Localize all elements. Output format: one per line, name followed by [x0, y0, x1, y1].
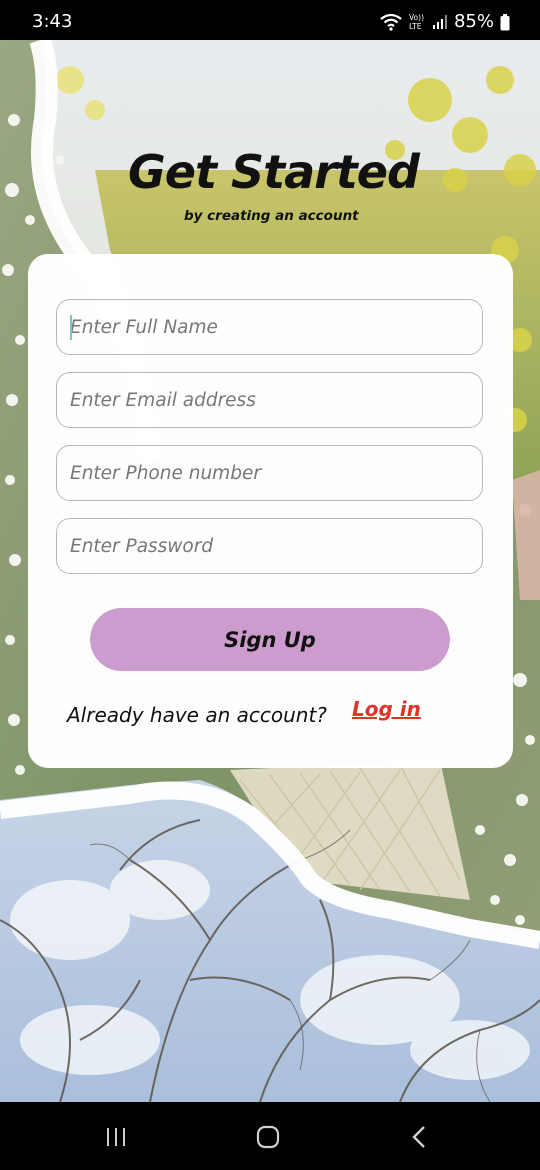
- volte-icon: Vo)) LTE: [409, 13, 424, 31]
- battery-percent: 85%: [453, 11, 494, 32]
- page-title: Get Started: [128, 145, 420, 199]
- battery-icon: [500, 13, 510, 30]
- login-prompt: Already have an account?: [67, 703, 327, 727]
- full-name-field[interactable]: [56, 299, 483, 355]
- login-link[interactable]: Log in: [352, 697, 421, 721]
- wifi-icon: [380, 13, 402, 31]
- phone-field[interactable]: [56, 445, 483, 501]
- navigation-bar: [0, 1102, 540, 1170]
- email-field[interactable]: [56, 372, 483, 428]
- signup-card: Sign Up Already have an account? Log in: [28, 254, 513, 768]
- status-bar: 3:43 Vo)) LTE 85%: [0, 0, 540, 40]
- recents-icon[interactable]: [96, 1122, 136, 1152]
- page-subtitle: by creating an account: [184, 208, 359, 224]
- status-time: 3:43: [32, 11, 73, 32]
- home-icon[interactable]: [248, 1122, 288, 1152]
- svg-text:LTE: LTE: [409, 22, 422, 31]
- status-icons: Vo)) LTE 85%: [380, 12, 510, 32]
- back-icon[interactable]: [400, 1122, 440, 1152]
- signal-icon: [432, 15, 447, 29]
- svg-text:Vo)): Vo)): [409, 13, 424, 22]
- signup-button[interactable]: Sign Up: [90, 608, 450, 671]
- password-field[interactable]: [56, 518, 483, 574]
- text-caret: [70, 315, 72, 340]
